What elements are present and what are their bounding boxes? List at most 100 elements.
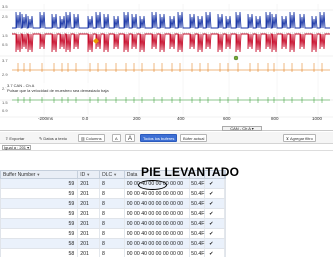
all-buffers-button[interactable]: Todos los buferes <box>140 134 178 142</box>
cell-id: 201 <box>78 219 101 228</box>
cell-dlc: 8 <box>100 179 125 188</box>
cell-id: 201 <box>78 239 101 248</box>
can-low-waveform <box>12 33 330 53</box>
export-label: Exportar <box>9 136 25 141</box>
table-row[interactable]: 58 201 8 00 00 40 00 00 00 00 00 50.4F ✔ <box>0 249 226 257</box>
data-to-text-label: Datos a texto <box>43 136 67 141</box>
columns-icon: ▥ <box>81 136 85 141</box>
cell-data: 00 00 40 00 00 00 00 00 <box>125 199 191 208</box>
header-id-label: ID <box>80 172 86 178</box>
cell-value: 50.4F <box>191 209 206 218</box>
time-tick-label: 800 <box>271 116 279 121</box>
cell-dlc: 8 <box>100 209 125 218</box>
y-axis-label: 2.9 <box>2 72 8 77</box>
export-button[interactable]: ⇪Exportar <box>2 134 27 142</box>
cell-data: 00 00 40 00 00 00 00 00 <box>125 219 191 228</box>
cell-id: 201 <box>78 179 101 188</box>
cell-buffer-number: 59 <box>1 229 79 238</box>
channel-cursor-tab[interactable]: CAN - Ch A ▾ <box>222 126 262 131</box>
cell-data: 00 00 40 00 00 00 00 00 <box>125 229 191 238</box>
cell-id: 201 <box>78 199 101 208</box>
can-messages-table: Buffer Number▼ ID▼ DLC▼ Data 59 201 8 00 00… <box>0 170 226 257</box>
table-body: 59 201 8 00 00 40 00 00 00 00 00 50.4F ✔ 59 201… <box>0 179 226 257</box>
time-tick-label: -200ms <box>38 116 54 121</box>
cell-buffer-number: 59 <box>1 199 79 208</box>
cell-dlc: 8 <box>100 199 125 208</box>
columns-label: Columns <box>85 136 102 141</box>
table-row[interactable]: 59 201 8 00 00 40 00 00 00 00 00 50.4F ✔ <box>0 199 226 209</box>
cell-check: ✔ <box>205 239 225 248</box>
cell-data: 00 00 40 00 00 00 00 00 <box>125 239 191 248</box>
cell-check: ✔ <box>205 189 225 198</box>
time-tick-label: 1000 <box>312 116 323 121</box>
data-to-text-button[interactable]: ✎Datos a texto <box>36 134 70 142</box>
cell-value: 50.4F <box>191 179 206 188</box>
sort-icon: ▼ <box>113 172 118 177</box>
y-axis-label: 3.5 <box>2 4 8 9</box>
header-dlc-label: DLC <box>102 172 113 178</box>
y-axis-label: 0.9 <box>2 108 8 113</box>
cell-buffer-number: 58 <box>1 249 79 257</box>
cell-value: 50.4F <box>191 239 206 248</box>
table-row[interactable]: 59 201 8 00 00 40 00 00 00 00 00 50.4F ✔ <box>0 209 226 219</box>
header-buffer-label: Buffer Number <box>3 172 36 178</box>
cell-data: 00 00 40 00 00 00 00 00 <box>125 249 191 257</box>
cell-check: ✔ <box>205 199 225 208</box>
cell-dlc: 8 <box>100 189 125 198</box>
cell-dlc: 8 <box>100 229 125 238</box>
cell-buffer-number: 59 <box>1 219 79 228</box>
oscilloscope-view[interactable]: 3.5 2.5 1.5 0.5 3.7 2.9 2.7 1.5 0.9 3.7 CAN - Ch… <box>0 0 333 131</box>
font-increase-button[interactable]: A <box>125 134 136 142</box>
add-filter-button[interactable]: ⊻Agregar filtro <box>283 134 316 142</box>
ruler-handle <box>233 55 239 61</box>
waveform-canvas[interactable]: 3.52.51.50.53.72.92.71.50.9 <box>0 0 333 131</box>
can-high-waveform <box>12 11 330 29</box>
cell-check: ✔ <box>205 249 225 257</box>
cell-check: ✔ <box>205 179 225 188</box>
cell-id: 201 <box>78 229 101 238</box>
current-buffer-button[interactable]: Búfer actual <box>180 134 208 142</box>
y-axis-label: 1.5 <box>2 100 8 105</box>
id-filter-select[interactable]: Igual a : 201 ▾ <box>2 145 32 150</box>
cell-value: 50.4F <box>191 189 206 198</box>
cell-check: ✔ <box>205 229 225 238</box>
cell-value: 50.4F <box>191 199 206 208</box>
cell-value: 50.4F <box>191 219 206 228</box>
filter-icon: ⊻ <box>286 136 289 141</box>
annotation-text: Pulsar que la velocidad de muestreo sea … <box>7 88 109 93</box>
y-axis-label: 0.5 <box>2 42 8 47</box>
header-buffer-number[interactable]: Buffer Number▼ <box>1 171 79 178</box>
filter-row: Igual a : 201 ▾ <box>0 144 333 151</box>
export-icon: ⇪ <box>5 136 9 141</box>
highlight-circle <box>138 180 167 190</box>
cell-check: ✔ <box>205 219 225 228</box>
cell-data: 00 00 40 00 00 00 00 00 <box>125 209 191 218</box>
table-toolbar: ⇪Exportar ✎Datos a texto ▥Columns A A To… <box>0 132 333 144</box>
table-row[interactable]: 59 201 8 00 00 40 00 00 00 00 00 50.4F ✔ <box>0 189 226 199</box>
y-axis-label: 1.5 <box>2 33 8 38</box>
cell-dlc: 8 <box>100 219 125 228</box>
header-dlc[interactable]: DLC▼ <box>100 171 125 178</box>
cell-buffer-number: 59 <box>1 179 79 188</box>
table-row[interactable]: 59 201 8 00 00 40 00 00 00 00 00 50.4F ✔ <box>0 219 226 229</box>
sort-icon: ▼ <box>36 172 41 177</box>
overlay-annotation-text: PIE LEVANTADO <box>141 165 240 179</box>
add-filter-label: Agregar filtro <box>289 136 313 141</box>
cell-dlc: 8 <box>100 239 125 248</box>
cell-id: 201 <box>78 189 101 198</box>
cell-value: 50.4F <box>191 249 206 257</box>
table-row[interactable]: 58 201 8 00 00 40 00 00 00 00 00 50.4F ✔ <box>0 239 226 249</box>
table-row[interactable]: 59 201 8 00 00 40 00 00 00 00 00 50.4F ✔ <box>0 229 226 239</box>
font-decrease-button[interactable]: A <box>112 134 121 142</box>
y-axis-label: 2.5 <box>2 14 8 19</box>
time-tick-label: 200 <box>133 116 141 121</box>
header-id[interactable]: ID▼ <box>78 171 101 178</box>
cell-dlc: 8 <box>100 249 125 257</box>
table-row[interactable]: 59 201 8 00 00 40 00 00 00 00 00 50.4F ✔ <box>0 179 226 189</box>
columns-button[interactable]: ▥Columns <box>78 134 105 142</box>
cell-buffer-number: 58 <box>1 239 79 248</box>
scope-annotation: 3.7 CAN - Ch A Pulsar que la velocidad d… <box>6 83 110 93</box>
cell-data: 00 00 40 00 00 00 00 00 <box>125 189 191 198</box>
cell-id: 201 <box>78 209 101 218</box>
cell-buffer-number: 59 <box>1 209 79 218</box>
